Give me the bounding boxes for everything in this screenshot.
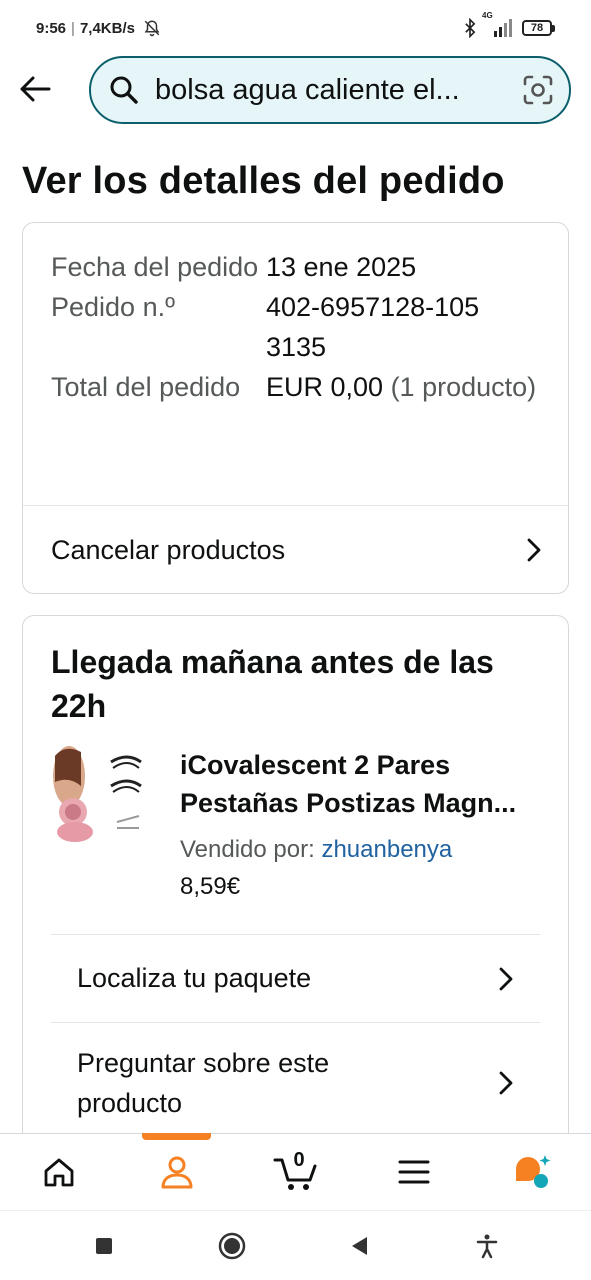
search-input[interactable]: bolsa agua caliente el... [155, 74, 511, 107]
system-navigation-bar [0, 1210, 591, 1280]
status-time: 9:56 [36, 19, 67, 37]
delivery-status-heading: Llegada mañana antes de las 22h [51, 644, 494, 724]
menu-icon [398, 1160, 430, 1184]
cart-count: 0 [293, 1149, 305, 1171]
seller-prefix: Vendido por: [180, 836, 322, 863]
home-system-button[interactable] [212, 1226, 252, 1266]
nav-menu[interactable] [355, 1134, 473, 1210]
mute-icon [143, 19, 161, 37]
chevron-right-icon [522, 538, 546, 562]
page-title: Ver los detalles del pedido [22, 160, 505, 202]
ask-about-product-button[interactable]: Preguntar sobre este producto [51, 1023, 540, 1143]
accessibility-icon [476, 1234, 498, 1258]
cancel-products-button[interactable]: Cancelar productos [23, 506, 568, 594]
order-date-label: Fecha del pedido [51, 252, 259, 282]
search-bar[interactable]: bolsa agua caliente el... [89, 56, 571, 124]
seller-line: Vendido por: zhuanbenya [180, 832, 550, 868]
nav-account[interactable] [118, 1134, 236, 1210]
triangle-back-icon [352, 1236, 368, 1255]
status-bar: 9:56 | 7,4KB/s 4G 78 [0, 0, 591, 56]
product-title[interactable]: iCovalescent 2 Pares Pestañas Postizas M… [180, 746, 550, 822]
camera-search-button[interactable] [521, 73, 555, 107]
recents-button[interactable] [84, 1226, 124, 1266]
detail-row-order-total: Total del pedido EUR 0,00 (1 producto) [51, 367, 540, 407]
chevron-right-icon [494, 967, 518, 991]
order-total-amount: EUR 0,00 [266, 372, 384, 402]
signal-type: 4G [482, 11, 493, 20]
order-details: Fecha del pedido 13 ene 2025 Pedido n.º … [23, 223, 568, 505]
account-icon [161, 1156, 193, 1189]
status-separator: | [71, 19, 75, 37]
back-arrow-icon [20, 76, 51, 102]
header: bolsa agua caliente el... [0, 56, 591, 134]
battery-icon: 78 [522, 20, 555, 36]
order-number-label: Pedido n.º [51, 292, 175, 322]
order-total-value: EUR 0,00 (1 producto) [266, 367, 540, 407]
status-left: 9:56 | 7,4KB/s [36, 19, 161, 37]
network-speed: 7,4KB/s [79, 19, 135, 37]
status-right: 4G 78 [462, 11, 555, 38]
accessibility-button[interactable] [467, 1226, 507, 1266]
order-summary-card: Fecha del pedido 13 ene 2025 Pedido n.º … [22, 222, 569, 594]
detail-row-order-number: Pedido n.º 402-6957128-1053135 [51, 287, 540, 367]
detail-row-order-date: Fecha del pedido 13 ene 2025 [51, 247, 540, 287]
ask-about-product-label: Preguntar sobre este producto [77, 1048, 330, 1118]
battery-tip [552, 24, 555, 32]
order-number-value: 402-6957128-1053135 [266, 292, 480, 362]
nav-cart[interactable]: 0 [236, 1134, 354, 1210]
nav-home[interactable] [0, 1134, 118, 1210]
nav-rufus[interactable] [473, 1134, 591, 1210]
track-package-button[interactable]: Localiza tu paquete [51, 935, 540, 1022]
bottom-navigation: 0 [0, 1133, 591, 1210]
search-icon [109, 75, 139, 105]
back-button[interactable] [14, 68, 56, 110]
track-package-label: Localiza tu paquete [77, 963, 312, 993]
product-image[interactable] [51, 746, 147, 852]
battery-level: 78 [522, 20, 552, 36]
order-date-value: 13 ene 2025 [266, 252, 417, 282]
seller-link[interactable]: zhuanbenya [321, 836, 452, 863]
signal-icon: 4G [482, 11, 514, 37]
order-total-label: Total del pedido [51, 372, 241, 402]
rufus-icon [515, 1155, 551, 1188]
product-info: iCovalescent 2 Pares Pestañas Postizas M… [180, 746, 550, 906]
bluetooth-icon [462, 18, 478, 38]
product-price: 8,59€ [180, 873, 241, 900]
chevron-right-icon [494, 1071, 518, 1095]
cancel-products-label: Cancelar productos [51, 534, 286, 565]
shipment-card: Llegada mañana antes de las 22h iCovales… [22, 615, 569, 1175]
lens-icon [523, 75, 553, 105]
home-icon [44, 1158, 74, 1187]
circle-icon [218, 1232, 245, 1259]
order-total-count: (1 producto) [383, 372, 537, 402]
back-system-button[interactable] [339, 1226, 379, 1266]
square-icon [95, 1237, 112, 1254]
